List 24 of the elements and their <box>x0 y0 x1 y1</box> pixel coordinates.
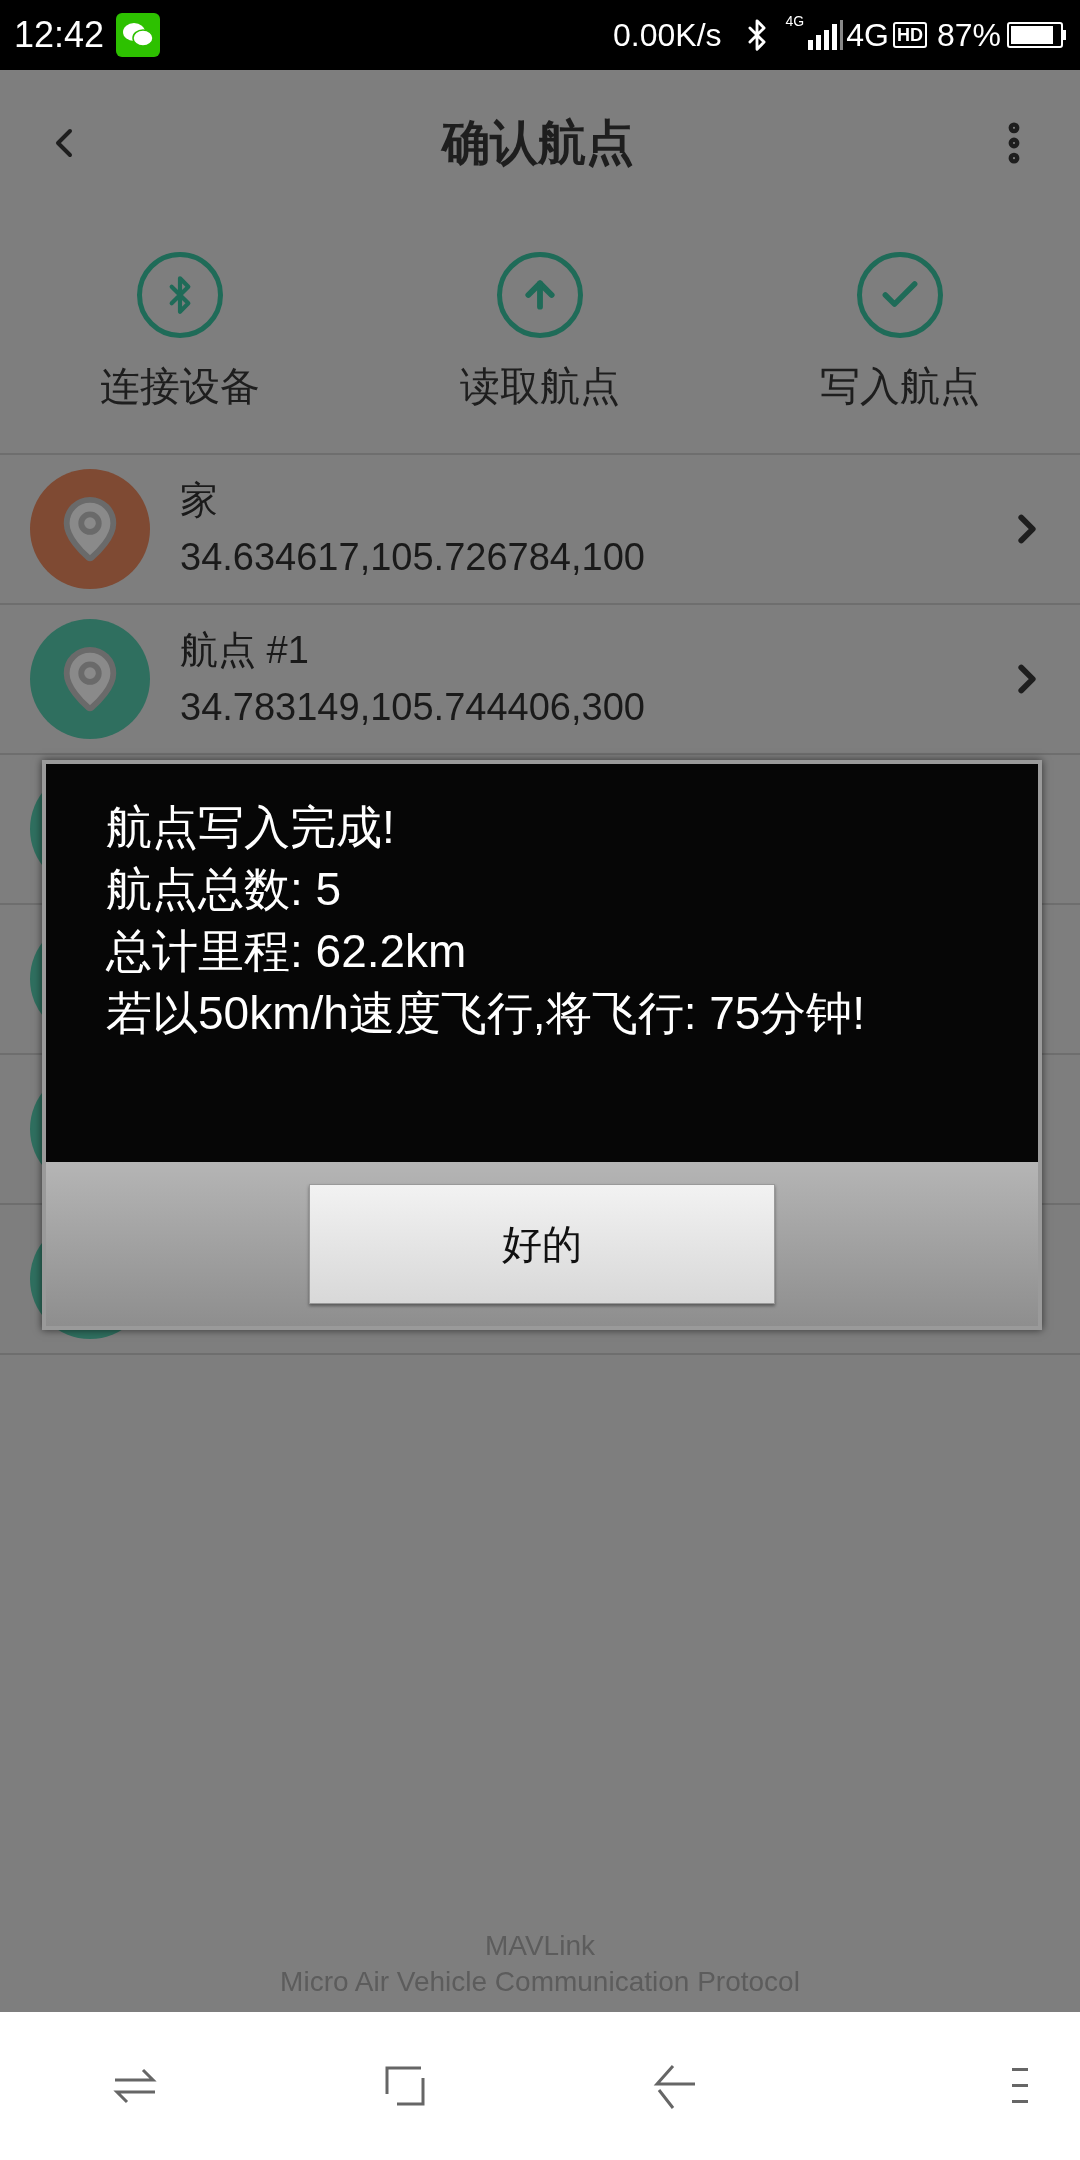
toolbar-button[interactable]: 写入航点 <box>720 215 1080 453</box>
chat-app-icon <box>116 13 161 57</box>
back-arrow-icon[interactable] <box>653 2062 697 2110</box>
network-type: 4G <box>846 16 889 55</box>
waypoint-name: 家 <box>180 478 219 523</box>
menu-icon[interactable] <box>1010 2066 1030 2106</box>
waypoint-coordinates: 34.783149,105.744406,300 <box>180 685 646 730</box>
toolbar-button[interactable]: 连接设备 <box>0 215 360 453</box>
network-type-small: 4G <box>785 14 805 28</box>
toolbar-button[interactable]: 读取航点 <box>360 215 720 453</box>
battery-icon <box>1007 22 1066 48</box>
dialog-message: 航点总数: 5 <box>106 862 343 917</box>
ok-button[interactable]: 好的 <box>309 1184 775 1304</box>
waypoint-name: 航点 #1 <box>180 628 310 673</box>
dialog-message: 若以50km/h速度飞行,将飞行: 75分钟! <box>106 986 867 1041</box>
waypoint-coordinates: 34.634617,105.726784,100 <box>180 535 646 580</box>
battery-percent: 87% <box>936 16 1001 55</box>
dialog-message: 总计里程: 62.2km <box>106 924 468 979</box>
clock: 12:42 <box>14 13 105 57</box>
page-title: 确认航点 <box>439 114 635 171</box>
network-speed: 0.00K/s <box>613 16 722 55</box>
hd-badge: HD <box>892 21 927 49</box>
signal-icon <box>808 20 845 50</box>
dialog-message: 航点写入完成! <box>106 800 396 855</box>
